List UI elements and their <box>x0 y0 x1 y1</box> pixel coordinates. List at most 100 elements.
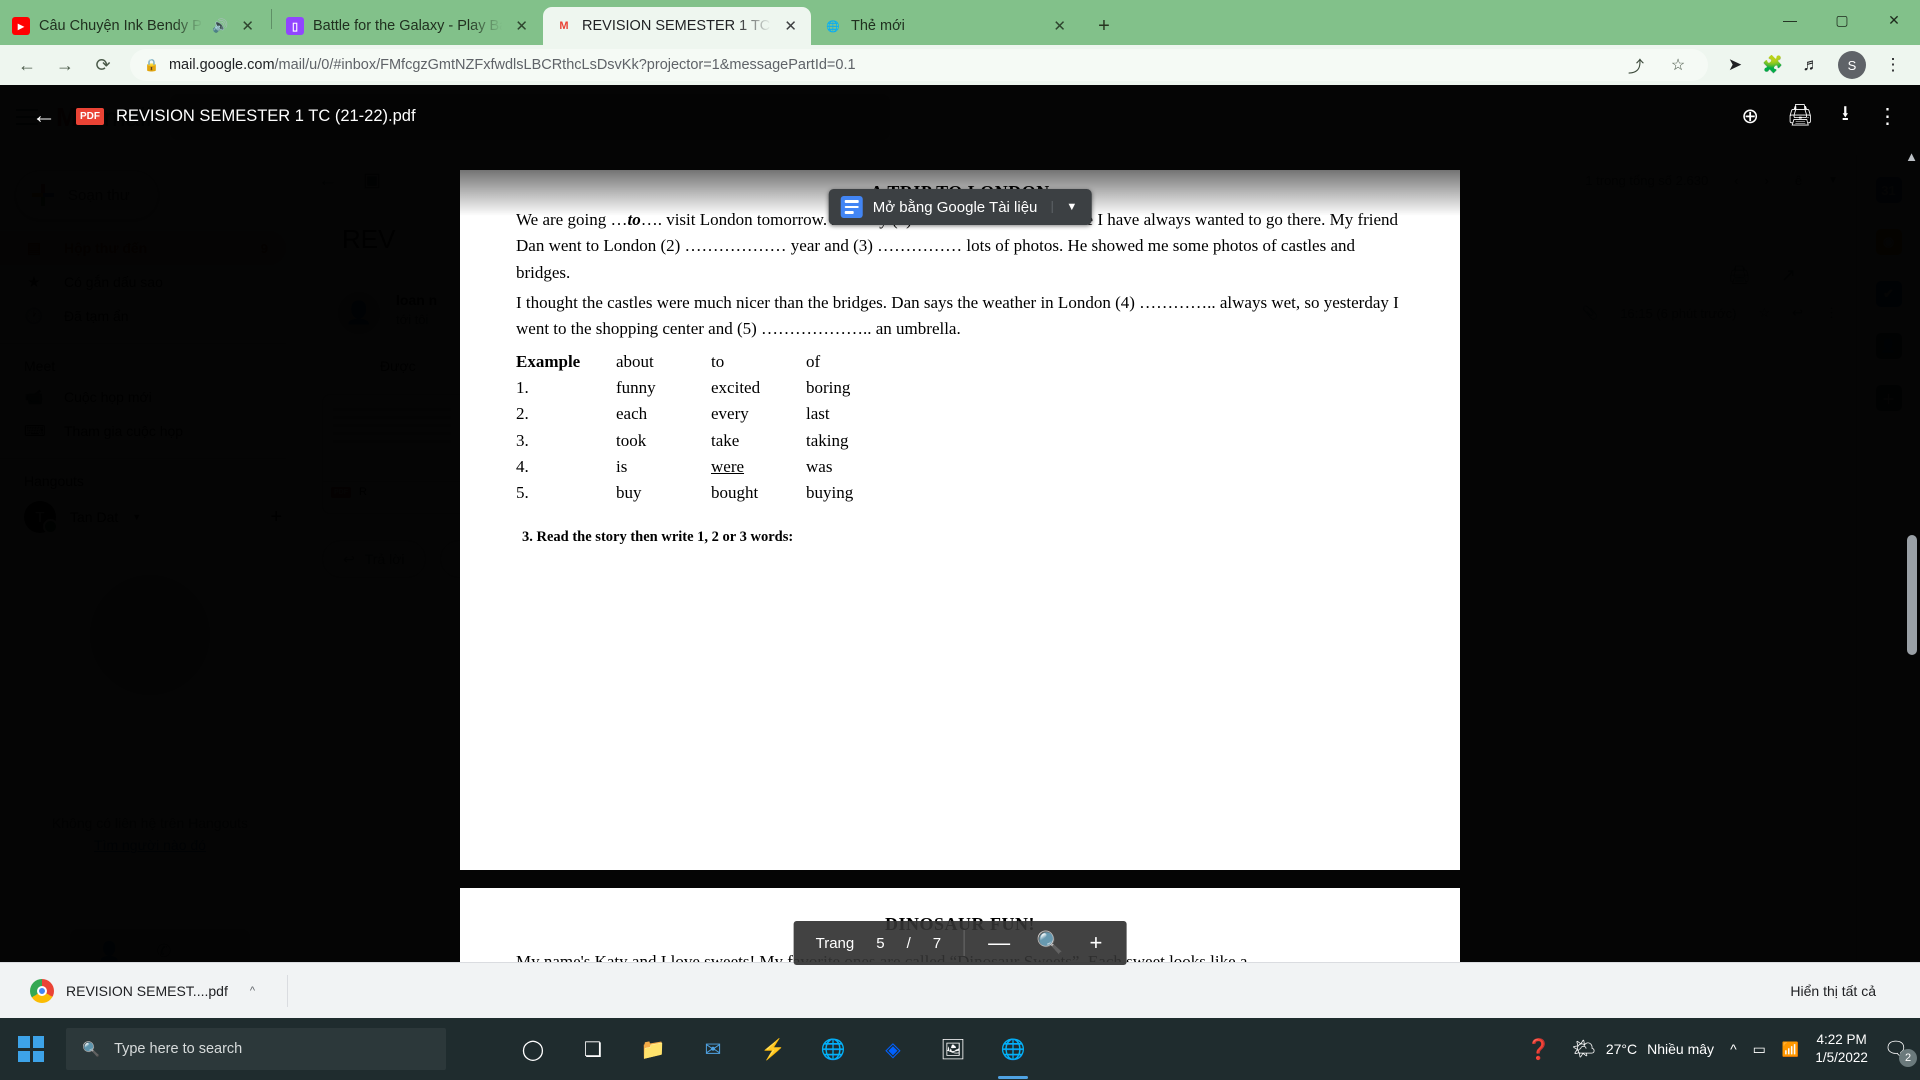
total-pages: 7 <box>932 934 942 952</box>
magnifier-icon[interactable]: 🔍 <box>1036 930 1063 956</box>
url-path: /mail/u/0/#inbox/FMfcgzGmtNZFxfwdlsLBCRt… <box>274 57 856 73</box>
forward-button[interactable]: → <box>48 48 82 82</box>
taskbar-app-icons: ◯ ❏ 📁 ✉ ⚡ 🌐 ◈ 🖼 🌐 <box>516 1032 1030 1079</box>
pdf-viewer-topbar: ← PDF REVISION SEMESTER 1 TC (21-22).pdf… <box>0 85 1920 147</box>
add-to-drive-icon[interactable]: ⊕ <box>1741 104 1759 129</box>
chevron-up-icon[interactable]: ^ <box>250 985 255 997</box>
browser-toolbar: ← → ⟳ 🔒 mail.google.com/mail/u/0/#inbox/… <box>0 45 1920 85</box>
option-c: last <box>806 404 830 424</box>
tab-close-button[interactable]: ✕ <box>1049 17 1070 36</box>
chrome-file-icon <box>30 978 54 1003</box>
tab-audio-icon[interactable]: 🔊 <box>212 18 228 34</box>
partly-cloudy-night-icon: 🌤 <box>1571 1039 1596 1060</box>
browser-tab-1[interactable]: Battle for the Galaxy - Play Battle ✕ <box>274 7 542 45</box>
file-explorer-icon[interactable]: 📁 <box>636 1032 670 1066</box>
maximize-button[interactable]: ▢ <box>1816 0 1868 40</box>
open-with-google-docs-button[interactable]: Mở bằng Google Tài liệu ▼ <box>828 189 1092 225</box>
tab-divider <box>271 8 272 29</box>
answer-options-table: Example about to of 1. funny excited bor… <box>516 349 1404 507</box>
new-tab-button[interactable]: + <box>1089 11 1119 41</box>
cortana-circle-icon[interactable]: ◯ <box>516 1032 550 1066</box>
browser-tab-2[interactable]: M REVISION SEMESTER 1 TC (21-22 ✕ <box>543 7 811 45</box>
thunderbolt-icon[interactable]: ⚡ <box>756 1032 790 1066</box>
minimize-button[interactable]: — <box>1764 0 1816 40</box>
system-tray: ❓ 🌤 27°C Nhiều mây ^ ▭ 📶 4:22 PM 1/5/202… <box>1522 1031 1920 1067</box>
current-page-number[interactable]: 5 <box>876 935 884 952</box>
back-button[interactable]: ← <box>10 48 44 82</box>
option-c: boring <box>806 378 851 398</box>
option-a: funny <box>616 378 656 398</box>
download-filename: REVISION SEMEST....pdf <box>66 982 228 999</box>
weather-widget[interactable]: 🌤 27°C Nhiều mây <box>1572 1037 1714 1061</box>
clock-time: 4:22 PM <box>1816 1031 1867 1047</box>
tab-title: REVISION SEMESTER 1 TC (21-22 <box>582 18 771 34</box>
tab-close-button[interactable]: ✕ <box>780 17 801 36</box>
pdf-page-5: A TRIP TO LONDON We are going …to…. visi… <box>460 170 1460 870</box>
download-item[interactable]: REVISION SEMEST....pdf ^ <box>16 971 269 1011</box>
show-hidden-icons-chevron[interactable]: ^ <box>1730 1041 1737 1057</box>
zoom-controls: — 🔍 + <box>964 930 1126 956</box>
wifi-icon[interactable]: 📶 <box>1782 1041 1799 1058</box>
clock[interactable]: 4:22 PM 1/5/2022 <box>1815 1031 1868 1067</box>
chevron-down-icon[interactable]: ▼ <box>1051 201 1091 213</box>
page-separator: / <box>906 934 911 952</box>
music-queue-icon[interactable]: ♬ <box>1794 48 1828 82</box>
address-bar[interactable]: 🔒 mail.google.com/mail/u/0/#inbox/FMfcgz… <box>130 49 1708 81</box>
dropbox-icon[interactable]: ◈ <box>876 1032 910 1066</box>
notification-icon[interactable]: 🗨 2 <box>1884 1037 1917 1067</box>
weather-text: Nhiều mây <box>1647 1041 1715 1057</box>
zoom-out-button[interactable]: — <box>988 930 1010 956</box>
chrome-browser-window: Câu Chuyện Ink Bendy Phần 🔊 ✕ Battle for… <box>0 0 1920 1080</box>
close-preview-button[interactable]: ← <box>22 94 66 138</box>
pdf-preview-overlay: ← PDF REVISION SEMESTER 1 TC (21-22).pdf… <box>0 85 1920 995</box>
table-row: 3. took take taking <box>516 428 1404 454</box>
shelf-divider <box>287 974 288 1007</box>
reload-button[interactable]: ⟳ <box>86 48 120 82</box>
tab-close-button[interactable]: ✕ <box>511 17 532 36</box>
tab-strip: Câu Chuyện Ink Bendy Phần 🔊 ✕ Battle for… <box>0 0 1920 45</box>
youtube-icon <box>12 17 30 35</box>
battery-icon[interactable]: ▭ <box>1753 1041 1766 1058</box>
globe-icon: 🌐 <box>826 20 840 33</box>
temperature: 27°C <box>1605 1041 1638 1057</box>
table-row: 2. each every last <box>516 401 1404 427</box>
help-question-icon[interactable]: ❓ <box>1522 1032 1556 1066</box>
download-shelf: REVISION SEMEST....pdf ^ Hiển thị tất cả <box>0 962 1920 1018</box>
mail-icon[interactable]: ✉ <box>696 1032 730 1066</box>
chrome-icon[interactable]: 🌐 <box>816 1032 850 1066</box>
pdf-pages-container[interactable]: A TRIP TO LONDON We are going …to…. visi… <box>0 170 1920 995</box>
browser-tab-0[interactable]: Câu Chuyện Ink Bendy Phần 🔊 ✕ <box>0 7 268 45</box>
option-number: 1. <box>516 378 529 398</box>
option-number: 3. <box>516 430 529 450</box>
three-dot-menu-icon[interactable]: ⋮ <box>1876 48 1910 82</box>
page-indicator: Trang 5 / 7 <box>794 935 964 952</box>
show-all-downloads-button[interactable]: Hiển thị tất cả <box>1790 983 1904 999</box>
document-content: A TRIP TO LONDON We are going …to…. visi… <box>460 170 1460 546</box>
zoom-in-button[interactable]: + <box>1090 930 1103 956</box>
pdf-scrollbar[interactable] <box>1907 535 1917 655</box>
scroll-up-arrow-icon[interactable]: ▲ <box>1905 149 1918 164</box>
option-a: about <box>616 351 654 371</box>
browser-tab-3[interactable]: 🌐 Thẻ mới ✕ <box>812 7 1080 45</box>
bookmark-star-icon[interactable]: ☆ <box>1662 49 1694 81</box>
download-icon[interactable]: ⭳ <box>1842 99 1849 134</box>
three-dot-menu-icon[interactable]: ⋮ <box>1877 104 1898 129</box>
windows-start-icon[interactable] <box>0 1018 62 1080</box>
taskbar-search-input[interactable]: 🔍 Type here to search <box>66 1028 446 1070</box>
page-label: Trang <box>815 934 855 952</box>
open-with-docs-label: Mở bằng Google Tài liệu <box>872 198 1038 216</box>
profile-avatar[interactable]: S <box>1838 51 1866 79</box>
option-c: buying <box>806 483 854 503</box>
lock-icon: 🔒 <box>144 58 159 72</box>
chrome-active-icon[interactable]: 🌐 <box>996 1032 1030 1079</box>
close-window-button[interactable]: ✕ <box>1868 0 1920 40</box>
print-icon[interactable]: 🖨 <box>1787 104 1814 128</box>
tab-close-button[interactable]: ✕ <box>237 17 258 36</box>
option-b: excited <box>711 378 761 398</box>
extensions-puzzle-icon[interactable]: 🧩 <box>1756 48 1790 82</box>
cursor-arrow-icon[interactable]: ➤ <box>1718 48 1752 82</box>
task-view-icon[interactable]: ❏ <box>576 1032 610 1066</box>
option-a: took <box>616 430 647 450</box>
share-icon[interactable]: ⤴ <box>1620 49 1652 81</box>
photos-icon[interactable]: 🖼 <box>936 1032 970 1066</box>
